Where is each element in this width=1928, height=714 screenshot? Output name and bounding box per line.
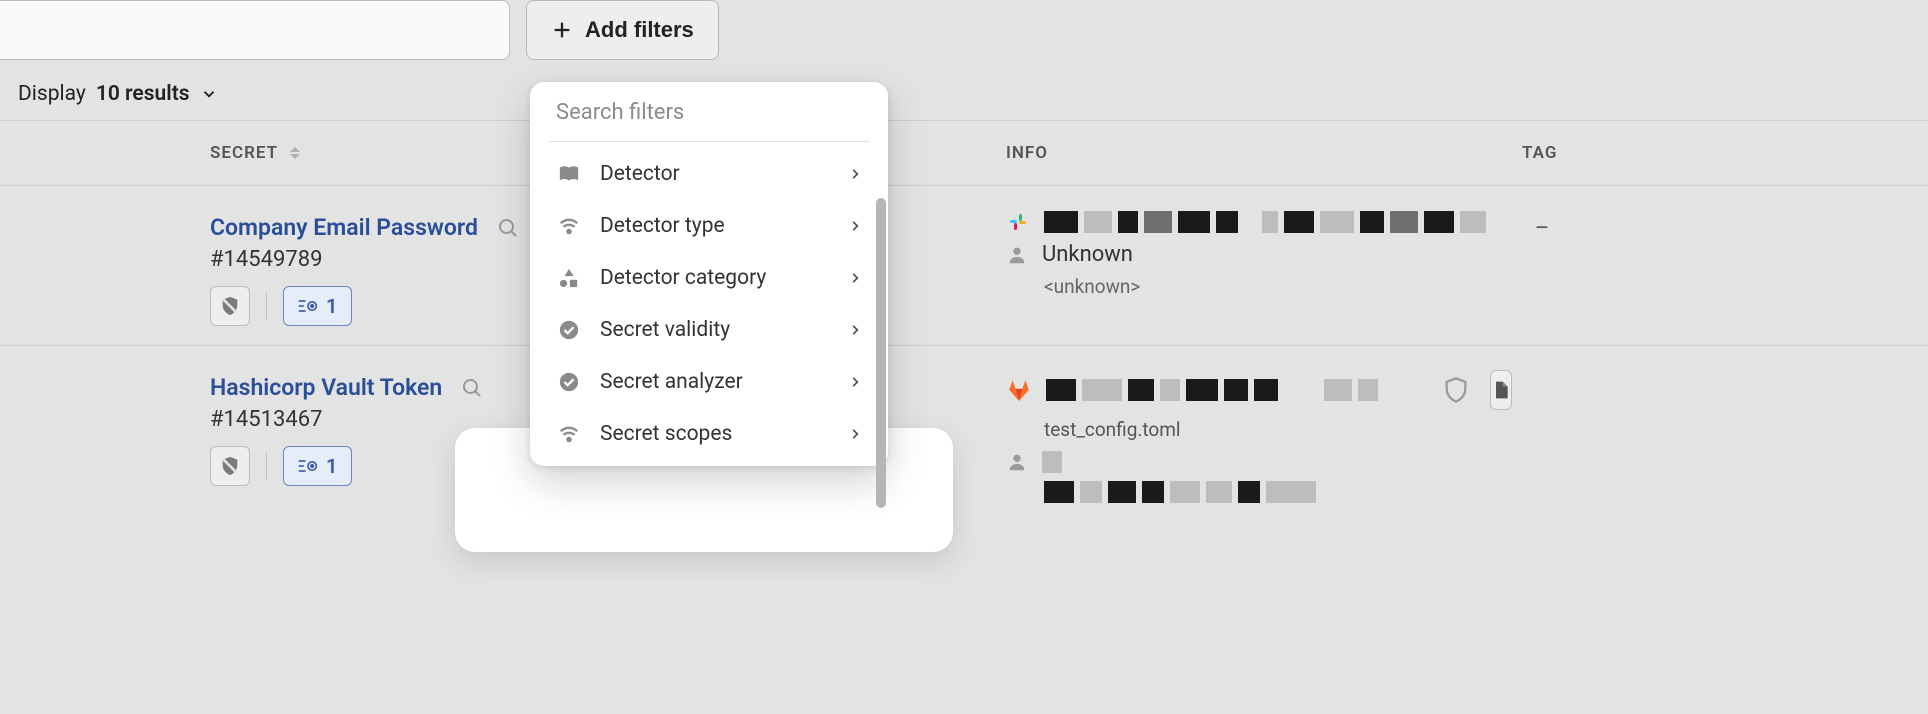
- check-circle-icon: [558, 319, 580, 341]
- secret-cell: Hashicorp Vault Token #14513467 1: [210, 374, 484, 486]
- filter-item-label: Detector: [600, 162, 680, 186]
- divider: [266, 451, 267, 481]
- redacted-text: [1042, 451, 1062, 473]
- slack-icon: [1006, 210, 1030, 234]
- info-user: Unknown: [1042, 242, 1133, 267]
- tag-cell: –: [1522, 216, 1562, 241]
- secret-id: #14513467: [210, 407, 484, 432]
- plus-icon: [551, 19, 573, 41]
- table-row[interactable]: Company Email Password #14549789 1 Unkno: [0, 185, 1928, 345]
- column-header-tag-label: TAG: [1522, 143, 1557, 163]
- wifi-icon: [558, 217, 580, 235]
- secret-title-link[interactable]: Company Email Password: [210, 214, 478, 241]
- secret-id: #14549789: [210, 247, 520, 272]
- chevron-right-icon: [848, 167, 862, 181]
- shield-off-icon: [219, 455, 241, 477]
- filter-item-label: Secret validity: [600, 318, 730, 342]
- chevron-down-icon: [200, 85, 218, 103]
- info-cell: Unknown <unknown>: [1006, 210, 1448, 298]
- add-filters-button[interactable]: Add filters: [526, 0, 719, 60]
- filter-item-secret-validity[interactable]: Secret validity: [538, 304, 880, 356]
- column-header-secret[interactable]: SECRET: [210, 143, 300, 163]
- shield-off-icon: [219, 295, 241, 317]
- column-header-info-label: INFO: [1006, 143, 1048, 163]
- occurrence-count: 1: [326, 294, 337, 318]
- user-icon: [1006, 244, 1028, 266]
- book-icon: [558, 164, 580, 184]
- filter-item-secret-scopes[interactable]: Secret scopes: [538, 408, 880, 460]
- display-value: 10 results: [96, 82, 190, 106]
- secret-cell: Company Email Password #14549789 1: [210, 214, 520, 326]
- secret-title-link[interactable]: Hashicorp Vault Token: [210, 374, 442, 401]
- shield-icon: [1442, 376, 1470, 404]
- file-icon: [1491, 379, 1511, 401]
- filter-item-secret-analyzer[interactable]: Secret analyzer: [538, 356, 880, 408]
- occurrence-badge[interactable]: 1: [283, 446, 352, 486]
- search-icon[interactable]: [496, 216, 520, 240]
- chevron-right-icon: [848, 219, 862, 233]
- filter-item-label: Secret scopes: [600, 422, 732, 446]
- check-circle-icon: [558, 371, 580, 393]
- filter-item-label: Detector category: [600, 266, 766, 290]
- column-header-info: INFO: [1006, 143, 1048, 163]
- filter-search-input[interactable]: Search filters: [530, 82, 888, 141]
- add-filters-label: Add filters: [585, 17, 694, 43]
- shapes-icon: [558, 268, 580, 288]
- column-header-secret-label: SECRET: [210, 143, 278, 163]
- divider: [548, 141, 870, 142]
- user-icon: [1006, 451, 1028, 473]
- redacted-text: [1044, 211, 1486, 233]
- chevron-right-icon: [848, 375, 862, 389]
- file-button[interactable]: [1490, 370, 1512, 410]
- filter-item-detector-type[interactable]: Detector type: [538, 200, 880, 252]
- filter-item-detector-category[interactable]: Detector category: [538, 252, 880, 304]
- tag-value: –: [1535, 216, 1549, 241]
- sort-icon: [290, 147, 300, 159]
- info-file: test_config.toml: [1044, 418, 1448, 441]
- chevron-right-icon: [848, 271, 862, 285]
- scrollbar[interactable]: [876, 198, 886, 508]
- gitlab-icon: [1006, 377, 1032, 403]
- eye-list-icon: [298, 458, 318, 474]
- info-cell: test_config.toml: [1006, 370, 1448, 507]
- display-label: Display: [18, 82, 86, 106]
- filter-dropdown: Search filters Detector Detector type De…: [530, 82, 888, 466]
- display-selector[interactable]: Display 10 results: [0, 72, 1928, 120]
- shield-status-button[interactable]: [210, 286, 250, 326]
- table-header: SECRET INFO TAG: [0, 121, 1928, 185]
- eye-list-icon: [298, 298, 318, 314]
- filter-item-label: Detector type: [600, 214, 725, 238]
- divider: [266, 291, 267, 321]
- filter-search-placeholder: Search filters: [556, 100, 684, 125]
- redacted-text: [1044, 481, 1316, 503]
- occurrence-count: 1: [326, 454, 337, 478]
- filter-item-detector[interactable]: Detector: [538, 148, 880, 200]
- search-field[interactable]: [0, 0, 510, 60]
- wifi-icon: [558, 425, 580, 443]
- redacted-text: [1046, 379, 1378, 401]
- filter-item-label: Secret analyzer: [600, 370, 743, 394]
- info-user-sub: <unknown>: [1044, 275, 1448, 298]
- column-header-tag: TAG: [1522, 143, 1557, 163]
- chevron-right-icon: [848, 427, 862, 441]
- table-row[interactable]: Hashicorp Vault Token #14513467 1: [0, 345, 1928, 505]
- shield-status-button[interactable]: [210, 446, 250, 486]
- search-icon[interactable]: [460, 376, 484, 400]
- occurrence-badge[interactable]: 1: [283, 286, 352, 326]
- chevron-right-icon: [848, 323, 862, 337]
